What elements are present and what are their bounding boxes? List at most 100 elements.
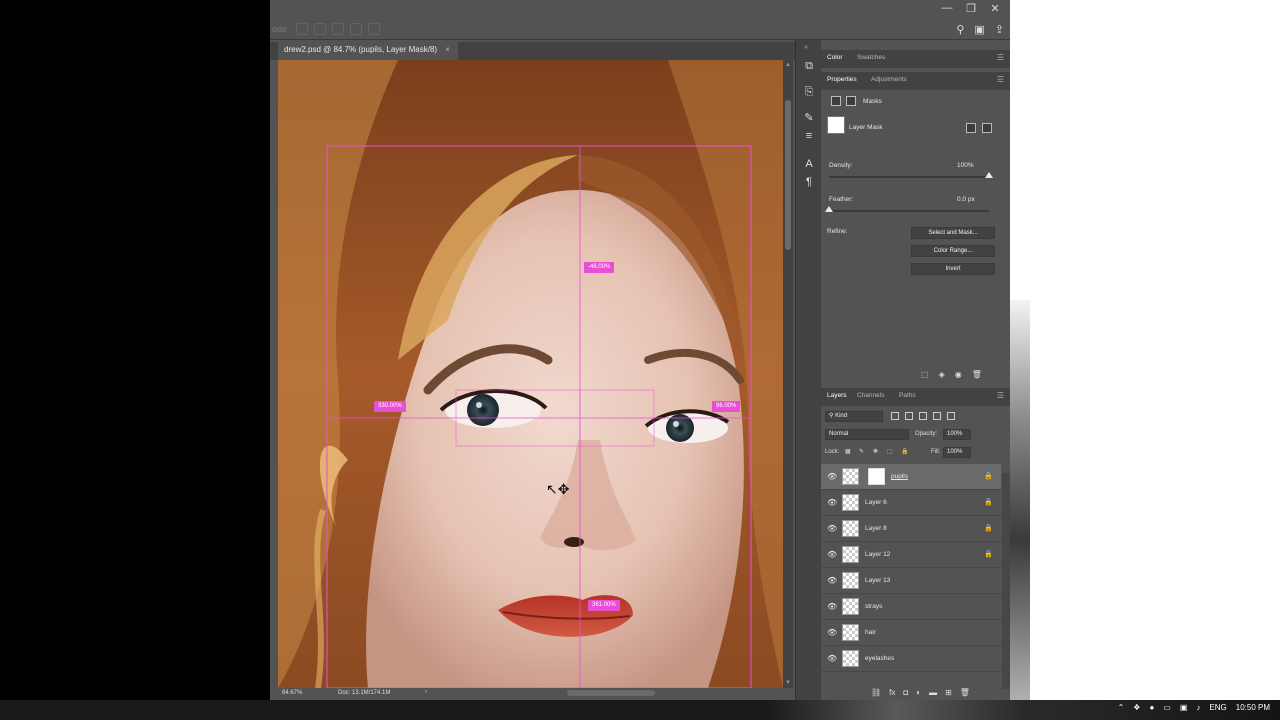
- layer-name[interactable]: Layer 8: [865, 525, 887, 532]
- layer-thumbnail[interactable]: [842, 624, 859, 641]
- visibility-eye-icon[interactable]: 👁: [827, 524, 837, 533]
- layers-scrollbar[interactable]: [1002, 473, 1010, 689]
- add-vector-mask-icon[interactable]: [982, 123, 992, 133]
- opacity-input[interactable]: 100%: [943, 429, 971, 440]
- 3d-pan-icon[interactable]: [350, 23, 362, 35]
- tab-layers[interactable]: Layers: [827, 392, 847, 399]
- density-value[interactable]: 100%: [957, 162, 974, 169]
- layer-name[interactable]: Layer 6: [865, 499, 887, 506]
- feather-slider-track[interactable]: [825, 206, 989, 212]
- layer-mask-thumbnail[interactable]: [868, 468, 885, 485]
- canvas-vertical-scrollbar[interactable]: ▲ ▼: [783, 60, 793, 688]
- layer-row[interactable]: 👁 hair: [821, 620, 1001, 646]
- load-selection-icon[interactable]: ⬚: [921, 370, 929, 379]
- layer-row[interactable]: 👁 strays: [821, 594, 1001, 620]
- search-icon[interactable]: ⚲: [956, 23, 964, 36]
- visibility-eye-icon[interactable]: 👁: [827, 628, 837, 637]
- layer-name[interactable]: Layer 13: [865, 577, 890, 584]
- invert-button[interactable]: Invert: [911, 263, 995, 275]
- tab-paths[interactable]: Paths: [899, 392, 916, 399]
- zoom-level[interactable]: 84.67%: [282, 690, 302, 696]
- tab-adjustments[interactable]: Adjustments: [871, 76, 907, 83]
- disable-mask-icon[interactable]: ◉: [955, 370, 962, 379]
- tab-color[interactable]: Color: [827, 54, 843, 61]
- visibility-eye-icon[interactable]: 👁: [827, 576, 837, 585]
- tab-channels[interactable]: Channels: [857, 392, 884, 399]
- layer-row[interactable]: 👁 Layer 12 🔒: [821, 542, 1001, 568]
- lock-artboard-icon[interactable]: ⬚: [887, 448, 893, 455]
- layer-thumbnail[interactable]: [842, 494, 859, 511]
- layers-menu-icon[interactable]: ☰: [997, 391, 1004, 400]
- layer-name[interactable]: hair: [865, 629, 876, 636]
- app-tray-icon[interactable]: ●: [1149, 703, 1154, 712]
- layer-thumbnail[interactable]: [842, 572, 859, 589]
- battery-icon[interactable]: ▭: [1163, 703, 1171, 712]
- select-pixel-mask-icon[interactable]: [966, 123, 976, 133]
- close-document-icon[interactable]: ×: [445, 45, 450, 60]
- properties-menu-icon[interactable]: ☰: [997, 75, 1004, 84]
- layer-thumbnail[interactable]: [842, 520, 859, 537]
- feather-slider-knob[interactable]: [825, 206, 833, 212]
- tab-swatches[interactable]: Swatches: [857, 54, 885, 61]
- share-icon[interactable]: ⇪: [995, 23, 1004, 36]
- close-button[interactable]: ✕: [988, 2, 1002, 15]
- collapse-icon[interactable]: »: [804, 44, 808, 51]
- clock[interactable]: 10:50 PM: [1236, 703, 1270, 712]
- scroll-up-icon[interactable]: ▲: [784, 62, 792, 68]
- 3d-slide-icon[interactable]: [368, 23, 380, 35]
- add-mask-icon[interactable]: ◘: [903, 688, 908, 697]
- minimize-button[interactable]: —: [940, 2, 954, 15]
- network-icon[interactable]: ▣: [1180, 703, 1188, 712]
- select-and-mask-button[interactable]: Select and Mask...: [911, 227, 995, 239]
- workspace-icon[interactable]: ▣: [974, 23, 984, 36]
- pixel-mask-icon[interactable]: [831, 96, 841, 106]
- lock-all-icon[interactable]: 🔒: [901, 448, 908, 455]
- layer-row[interactable]: 👁 Layer 6 🔒: [821, 490, 1001, 516]
- layer-thumbnail[interactable]: [842, 598, 859, 615]
- feather-value[interactable]: 0.0 px: [957, 196, 975, 203]
- delete-mask-icon[interactable]: 🗑: [972, 370, 982, 379]
- lock-pixels-icon[interactable]: ✎: [859, 448, 864, 455]
- adjustment-filter-icon[interactable]: [905, 412, 913, 420]
- visibility-eye-icon[interactable]: 👁: [827, 654, 837, 663]
- tab-properties[interactable]: Properties: [827, 76, 857, 83]
- volume-icon[interactable]: ♪: [1196, 703, 1200, 712]
- clone-source-icon[interactable]: ⎘: [801, 84, 817, 100]
- link-layers-icon[interactable]: ⛓: [871, 688, 881, 697]
- paragraph-icon[interactable]: ¶: [801, 174, 817, 190]
- language-indicator[interactable]: ENG: [1209, 703, 1226, 712]
- new-group-icon[interactable]: ▬: [929, 688, 937, 697]
- 3d-rotate-icon[interactable]: [332, 23, 344, 35]
- dropbox-icon[interactable]: ❖: [1133, 703, 1140, 712]
- layer-mask-thumbnail[interactable]: [827, 116, 845, 134]
- character-icon[interactable]: A: [801, 156, 817, 172]
- smart-object-filter-icon[interactable]: [947, 412, 955, 420]
- vector-mask-icon[interactable]: [846, 96, 856, 106]
- status-menu-icon[interactable]: ›: [425, 689, 427, 695]
- brush-icon[interactable]: ✎: [801, 110, 817, 126]
- layer-name[interactable]: strays: [865, 603, 882, 610]
- shape-filter-icon[interactable]: [933, 412, 941, 420]
- history-icon[interactable]: ⧉: [801, 58, 817, 74]
- visibility-eye-icon[interactable]: 👁: [827, 550, 837, 559]
- layer-thumbnail[interactable]: [842, 650, 859, 667]
- lock-transparency-icon[interactable]: ▦: [845, 448, 851, 455]
- scroll-thumb[interactable]: [785, 100, 791, 250]
- layer-name[interactable]: eyelashes: [865, 655, 894, 662]
- density-slider-knob[interactable]: [985, 172, 993, 178]
- type-filter-icon[interactable]: [919, 412, 927, 420]
- kind-filter-select[interactable]: ⚲ Kind: [825, 411, 883, 422]
- new-layer-icon[interactable]: ⊞: [945, 688, 952, 697]
- layer-name[interactable]: pupils: [891, 473, 908, 480]
- pixel-filter-icon[interactable]: [891, 412, 899, 420]
- align-option-icon[interactable]: [296, 23, 308, 35]
- restore-button[interactable]: ❐: [964, 2, 978, 15]
- delete-layer-icon[interactable]: 🗑: [960, 688, 970, 697]
- fx-icon[interactable]: fx: [889, 688, 895, 697]
- chevron-up-icon[interactable]: ⌃: [1118, 703, 1125, 712]
- canvas[interactable]: -46.00% 330.00% 96.00% 361.00% ↖✥: [278, 60, 783, 688]
- lock-position-icon[interactable]: ✥: [873, 448, 878, 455]
- layer-thumbnail[interactable]: [842, 468, 859, 485]
- color-range-button[interactable]: Color Range...: [911, 245, 995, 257]
- density-slider-track[interactable]: [829, 172, 993, 178]
